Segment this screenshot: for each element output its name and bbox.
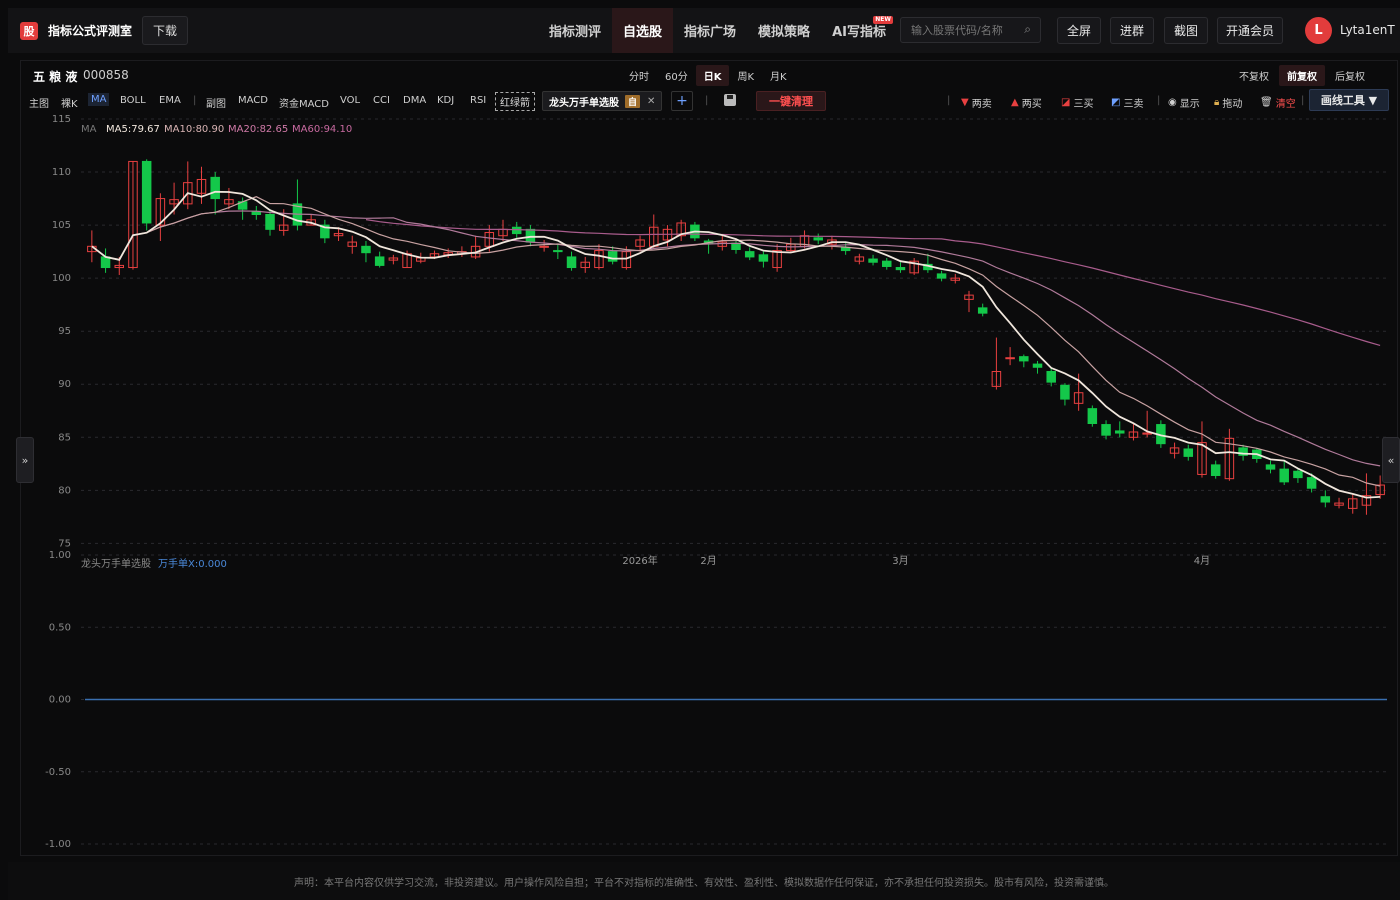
new-badge: NEW: [873, 16, 893, 24]
stock-search-input[interactable]: 输入股票代码/名称 ⌕: [900, 17, 1041, 43]
sub-y-tick-label: 1.00: [49, 550, 71, 561]
y-tick-label: 110: [52, 167, 71, 178]
candle-down: [1293, 470, 1303, 479]
sub-chart-legend: 龙头万手单选股 万手单X:0.000: [81, 557, 227, 570]
candle-down: [744, 251, 755, 258]
y-tick-label: 80: [58, 485, 71, 496]
sub-y-tick-label: 0.50: [49, 622, 71, 633]
expand-right-panel-button[interactable]: «: [1382, 437, 1400, 483]
nav-ai-write-indicator[interactable]: AI写指标 NEW: [821, 8, 897, 53]
candle-down: [895, 267, 906, 271]
ma5-legend: MA5:79.67: [106, 124, 160, 135]
candle-down: [813, 237, 823, 241]
nav-indicator-square[interactable]: 指标广场: [673, 8, 747, 53]
candle-down: [607, 251, 618, 262]
x-tick-label: 4月: [1194, 555, 1210, 567]
y-tick-label: 90: [58, 379, 71, 390]
candle-down: [566, 256, 577, 269]
candle-down: [1046, 371, 1056, 383]
candle-down: [1101, 424, 1111, 436]
username[interactable]: Lyta1enT: [1340, 23, 1395, 37]
sub-y-tick-label: -0.50: [45, 767, 71, 778]
candle-down: [1019, 356, 1029, 362]
candle-down: [936, 273, 947, 279]
x-tick-label: 2月: [700, 555, 716, 567]
sub-y-tick-label: 0.00: [49, 695, 71, 706]
chart-panel: 五 粮 液 000858 分时 60分 日K 周K 月K 不复权 前复权 后复权…: [20, 60, 1398, 856]
candle-down: [1183, 448, 1194, 457]
candle-down: [511, 226, 522, 235]
chart-grid: [81, 118, 1387, 544]
x-tick-label: 2026年: [622, 554, 657, 567]
candle-down: [100, 256, 111, 269]
candle-down: [731, 242, 741, 250]
download-button[interactable]: 下载: [142, 16, 189, 45]
disclaimer-text: 声明：本平台内容仅供学习交流，非投资建议。用户操作风险自担；平台不对指标的准确性…: [294, 877, 1114, 889]
candle-down: [525, 228, 536, 243]
y-tick-label: 85: [58, 432, 71, 443]
candle-down: [361, 245, 371, 254]
nav-indicator-review[interactable]: 指标测评: [538, 8, 612, 53]
y-tick-label: 75: [58, 538, 71, 549]
y-tick-label: 115: [52, 114, 71, 125]
candle-down: [1279, 468, 1289, 483]
expand-left-panel-button[interactable]: »: [16, 437, 34, 483]
y-tick-label: 105: [52, 220, 71, 231]
candle-up: [539, 245, 549, 248]
x-tick-label: 3月: [892, 555, 908, 567]
candle-down: [1087, 408, 1098, 424]
y-tick-label: 95: [58, 326, 71, 337]
candle-down: [758, 254, 769, 262]
candle-down: [374, 256, 385, 266]
top-navigation-bar: 股 指标公式评测室 下载 指标测评 自选股 指标广场 模拟策略 AI写指标 NEW…: [8, 8, 1400, 53]
candle-down: [1320, 496, 1331, 503]
screenshot-button[interactable]: 截图: [1164, 17, 1208, 44]
sub-indicator-name: 龙头万手单选股: [81, 557, 151, 570]
nav-simulated-strategy[interactable]: 模拟策略: [747, 8, 821, 53]
disclaimer-footer: 声明：本平台内容仅供学习交流，非投资建议。用户操作风险自担；平台不对指标的准确性…: [8, 862, 1400, 900]
candle-down: [1306, 477, 1317, 489]
ma60-legend: MA60:94.10: [292, 124, 352, 135]
candle-up: [1005, 357, 1015, 360]
search-placeholder: 输入股票代码/名称: [911, 24, 1003, 37]
candle-down: [141, 160, 152, 224]
search-icon[interactable]: ⌕: [1024, 22, 1031, 37]
app-logo[interactable]: 股: [20, 21, 38, 40]
join-group-button[interactable]: 进群: [1110, 17, 1154, 44]
candle-down: [868, 258, 878, 263]
sub-y-tick-label: -1.00: [45, 839, 71, 850]
membership-button[interactable]: 开通会员: [1217, 17, 1283, 44]
ma-legend: MA MA5:79.67 MA10:80.90 MA20:82.65 MA60:…: [81, 124, 352, 135]
y-tick-label: 100: [52, 273, 71, 284]
ma10-legend: MA10:80.90: [164, 124, 224, 135]
sub-indicator-value: 万手单X:0.000: [158, 557, 227, 570]
candlestick-series: [87, 159, 1385, 515]
main-y-axis: 115 110 105 100 95 90 85 80 75: [52, 114, 71, 549]
candle-down: [553, 250, 563, 253]
candle-down: [1060, 384, 1070, 400]
kline-chart[interactable]: 115 110 105 100 95 90 85 80 75 2026年 2月 3月 4月 1.00 0…: [21, 61, 1399, 857]
candle-down: [1210, 464, 1221, 476]
avatar[interactable]: L: [1305, 17, 1332, 44]
candle-down: [265, 213, 275, 230]
candle-down: [210, 176, 220, 200]
candle-down: [1032, 363, 1043, 368]
main-nav: 指标测评 自选股 指标广场 模拟策略 AI写指标 NEW: [538, 8, 897, 53]
nav-watchlist[interactable]: 自选股: [612, 8, 674, 53]
candle-down: [1265, 464, 1276, 470]
sub-chart-grid: 1.00 0.50 0.00 -0.50 -1.00: [45, 550, 1387, 850]
x-axis: 2026年 2月 3月 4月: [622, 554, 1210, 567]
candle-down: [977, 307, 988, 314]
fullscreen-button[interactable]: 全屏: [1057, 17, 1101, 44]
ma20-legend: MA20:82.65: [228, 124, 288, 135]
candle-down: [882, 260, 892, 267]
app-title[interactable]: 指标公式评测室: [48, 22, 132, 39]
candle-down: [1114, 430, 1125, 434]
ma-legend-label: MA: [81, 124, 97, 135]
